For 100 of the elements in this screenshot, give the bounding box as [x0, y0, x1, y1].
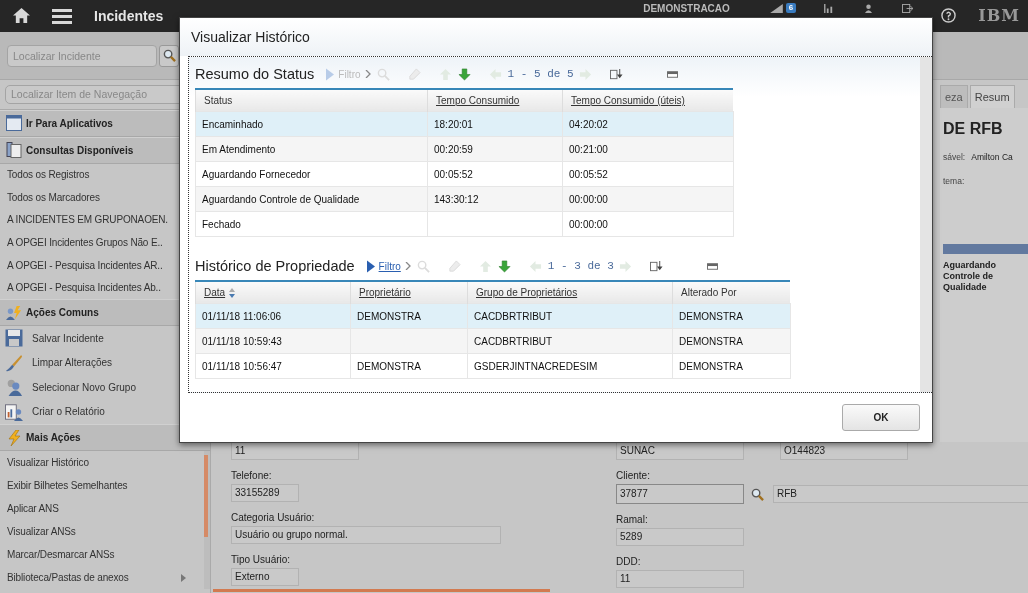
- table-cell: 01/11/18 10:59:43: [202, 335, 282, 347]
- table-row[interactable]: 01/11/18 10:56:47 DEMONSTRA GSDERJINTNACREDESIM DEMONSTRA: [195, 353, 790, 379]
- help-icon[interactable]: [941, 8, 957, 23]
- nav-item[interactable]: Visualizar Histórico: [0, 451, 202, 475]
- minimize-icon[interactable]: [667, 70, 678, 78]
- table-cell: 00:05:52: [434, 168, 473, 180]
- pager-text: 1 - 3 de 3: [547, 260, 614, 272]
- tab[interactable]: eza: [940, 85, 968, 108]
- table-cell: Aguardando Fornecedor: [202, 168, 311, 180]
- table-row[interactable]: Fechado 00:00:00: [195, 211, 733, 237]
- table-cell: GSDERJINTNACREDESIM: [474, 360, 598, 372]
- down-arrow-icon[interactable]: [457, 67, 471, 81]
- home-icon[interactable]: [12, 7, 31, 24]
- field-label: tema:: [943, 176, 965, 186]
- submenu-arrow-icon: [181, 573, 186, 582]
- column-header: Alterado Por: [672, 281, 790, 304]
- brand-logo: IBM: [978, 6, 1020, 25]
- column-header[interactable]: Data: [195, 281, 351, 304]
- export-icon[interactable]: [649, 259, 663, 273]
- pager-text: 1 - 5 de 5: [507, 68, 574, 80]
- minimize-icon[interactable]: [707, 262, 718, 270]
- field-label: Telefone:: [231, 470, 272, 481]
- record-title: DE RFB: [943, 120, 1004, 138]
- field-value: Amilton Ca: [971, 152, 1013, 162]
- column-header[interactable]: Tempo Consumido: [427, 89, 563, 112]
- field-label: DDD:: [616, 556, 641, 567]
- table-cell: DEMONSTRA: [357, 360, 421, 372]
- nav-item[interactable]: Exibir Bilhetes Semelhantes: [0, 474, 202, 498]
- people-bolt-icon: [6, 304, 22, 321]
- nav-item[interactable]: Marcar/Desmarcar ANSs: [0, 543, 202, 567]
- search-button[interactable]: [159, 44, 179, 67]
- read-only-field: RFB: [773, 485, 1028, 503]
- search-icon[interactable]: [751, 487, 764, 501]
- column-header[interactable]: Grupo de Proprietários: [467, 281, 673, 304]
- table-cell: Aguardando Controle de Qualidade: [202, 193, 360, 205]
- table-cell: 04:20:02: [569, 118, 608, 130]
- filter-link[interactable]: Filtro: [378, 260, 401, 272]
- input-field[interactable]: 37877: [616, 484, 744, 504]
- ok-button[interactable]: OK: [842, 404, 920, 431]
- tab[interactable]: Resum: [969, 85, 1015, 108]
- person-icon[interactable]: [863, 4, 875, 13]
- field-label: Tipo Usuário:: [231, 554, 291, 565]
- table-row[interactable]: Em Atendimento 00:20:59 00:21:00: [195, 136, 733, 162]
- table-row[interactable]: Encaminhado 18:20:01 04:20:02: [195, 111, 733, 137]
- signal-icon[interactable]: [769, 4, 783, 13]
- table-cell: 18:20:01: [434, 118, 473, 130]
- read-only-field: Externo: [231, 568, 299, 586]
- user-name: DEMONSTRACAO: [643, 3, 730, 15]
- table-cell: 00:00:00: [569, 218, 608, 230]
- table-cell: 00:20:59: [434, 143, 473, 155]
- column-header[interactable]: Tempo Consumido (úteis): [562, 89, 733, 112]
- chevron-icon[interactable]: [364, 70, 371, 78]
- nav-item[interactable]: Visualizar ANSs: [0, 520, 202, 544]
- read-only-field: 11: [616, 570, 744, 588]
- field-label: Cliente:: [616, 470, 650, 481]
- scrollbar[interactable]: [204, 451, 210, 590]
- read-only-field: 5289: [616, 528, 744, 546]
- action-item[interactable]: Criar o Relatório: [0, 399, 210, 425]
- table-row[interactable]: 01/11/18 11:06:06 DEMONSTRA CACDBRTRIBUT DEMONSTRA: [195, 303, 790, 329]
- notification-badge: 6: [785, 3, 797, 13]
- chevron-icon[interactable]: [404, 262, 411, 270]
- lightning-icon: [6, 429, 22, 446]
- table-cell: DEMONSTRA: [679, 310, 743, 322]
- table-cell: DEMONSTRA: [679, 360, 743, 372]
- scrollbar[interactable]: [920, 57, 932, 392]
- table-row[interactable]: Aguardando Controle de Qualidade 143:30:12 00:00:00: [195, 186, 733, 212]
- table-cell: DEMONSTRA: [679, 335, 743, 347]
- field-label: Ramal:: [616, 514, 648, 525]
- sort-icon[interactable]: [229, 288, 236, 299]
- search-field[interactable]: Localizar Incidente: [7, 44, 157, 67]
- export-icon[interactable]: [609, 67, 623, 81]
- nav-item[interactable]: Aplicar ANS: [0, 497, 202, 521]
- section-title: Histórico de Propriedade: [195, 258, 355, 274]
- section-title: Resumo do Status: [195, 66, 315, 82]
- status-step-label: Aguardando Controle de Qualidade: [943, 260, 997, 293]
- table-cell: CACDBRTRIBUT: [474, 335, 553, 347]
- dialog-title: Visualizar Histórico: [191, 29, 310, 45]
- down-arrow-icon[interactable]: [497, 259, 511, 273]
- table-cell: 00:21:00: [569, 143, 608, 155]
- table-cell: 01/11/18 10:56:47: [202, 360, 282, 372]
- read-only-field: 33155289: [231, 484, 299, 502]
- table-row[interactable]: 01/11/18 10:59:43 CACDBRTRIBUT DEMONSTRA: [195, 328, 790, 354]
- app-title: Incidentes: [94, 8, 164, 24]
- column-header[interactable]: Proprietário: [350, 281, 468, 304]
- play-icon[interactable]: [366, 259, 375, 273]
- table-cell: DEMONSTRA: [357, 310, 421, 322]
- table-cell: CACDBRTRIBUT: [474, 310, 553, 322]
- table-cell: 00:05:52: [569, 168, 608, 180]
- read-only-field: Usuário ou grupo normal.: [231, 526, 501, 544]
- window-icon: [6, 115, 22, 131]
- menu-icon[interactable]: [52, 8, 72, 24]
- document-icon: [6, 142, 22, 158]
- logout-icon[interactable]: [902, 4, 914, 13]
- report-icon: [5, 402, 23, 421]
- brush-icon: [5, 353, 23, 372]
- field-label: sável:: [943, 152, 966, 162]
- column-header: Status: [195, 89, 428, 112]
- table-cell: 00:00:00: [569, 193, 608, 205]
- table-row[interactable]: Aguardando Fornecedor 00:05:52 00:05:52: [195, 161, 733, 187]
- nav-item[interactable]: Biblioteca/Pastas de anexos: [0, 566, 202, 590]
